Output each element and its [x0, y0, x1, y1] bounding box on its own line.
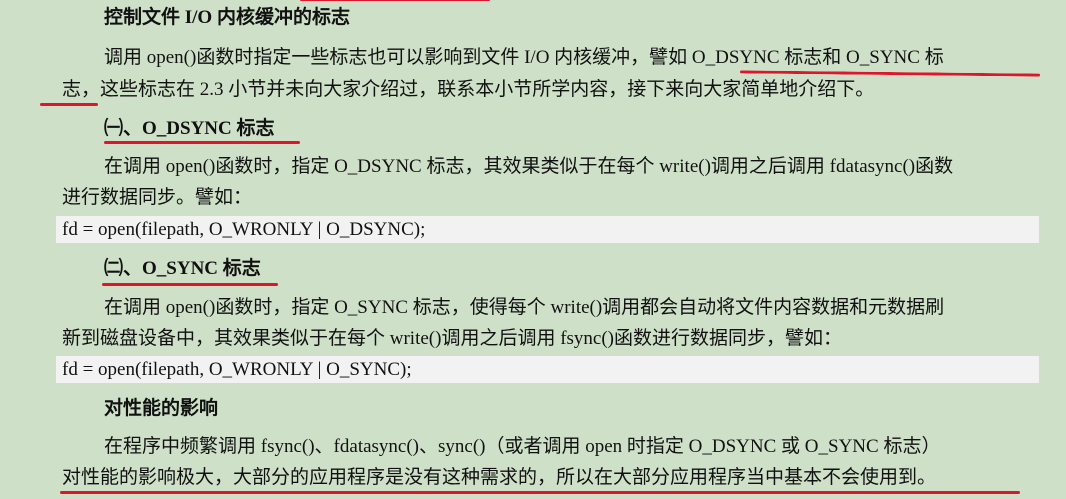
paragraph-2-line-2: 对性能的影响极大，大部分的应用程序是没有这种需求的，所以在大部分应用程序当中基本… [62, 467, 937, 488]
document-page: 控制文件 I/O 内核缓冲的标志 调用 open()函数时指定一些标志也可以影响… [0, 0, 1066, 499]
annotation-underline-top [300, 0, 490, 1]
annotation-underline-zhi [40, 103, 98, 106]
subsection-heading-o-sync: ㈡、O_SYNC 标志 [104, 258, 261, 279]
o-sync-description-line-2: 新到磁盘设备中，其效果类似于在每个 write()调用之后调用 fsync()函… [62, 328, 843, 349]
section-heading-performance: 对性能的影响 [104, 398, 219, 419]
o-dsync-description-line-2: 进行数据同步。譬如： [62, 187, 253, 208]
annotation-underline-performance [60, 491, 1020, 494]
annotation-underline-o-dsync [104, 141, 300, 144]
paragraph-2-line-1: 在程序中频繁调用 fsync()、fdatasync()、sync()（或者调用… [104, 436, 941, 457]
paragraph-1-line-2: 志，这些标志在 2.3 小节并未向大家介绍过，联系本小节所学内容，接下来向大家简… [62, 79, 875, 100]
o-sync-description-line-1: 在调用 open()函数时，指定 O_SYNC 标志，使得每个 write()调… [104, 297, 945, 318]
paragraph-1-line-1: 调用 open()函数时指定一些标志也可以影响到文件 I/O 内核缓冲，譬如 O… [104, 47, 944, 68]
code-o-sync: fd = open(filepath, O_WRONLY | O_SYNC); [62, 359, 412, 380]
code-o-dsync: fd = open(filepath, O_WRONLY | O_DSYNC); [62, 219, 426, 240]
section-heading-control-flags: 控制文件 I/O 内核缓冲的标志 [104, 7, 350, 28]
o-dsync-description-line-1: 在调用 open()函数时，指定 O_DSYNC 标志，其效果类似于在每个 wr… [104, 156, 954, 177]
annotation-underline-flags [739, 70, 1041, 77]
annotation-underline-o-sync [102, 283, 278, 286]
subsection-heading-o-dsync: ㈠、O_DSYNC 标志 [104, 118, 275, 139]
